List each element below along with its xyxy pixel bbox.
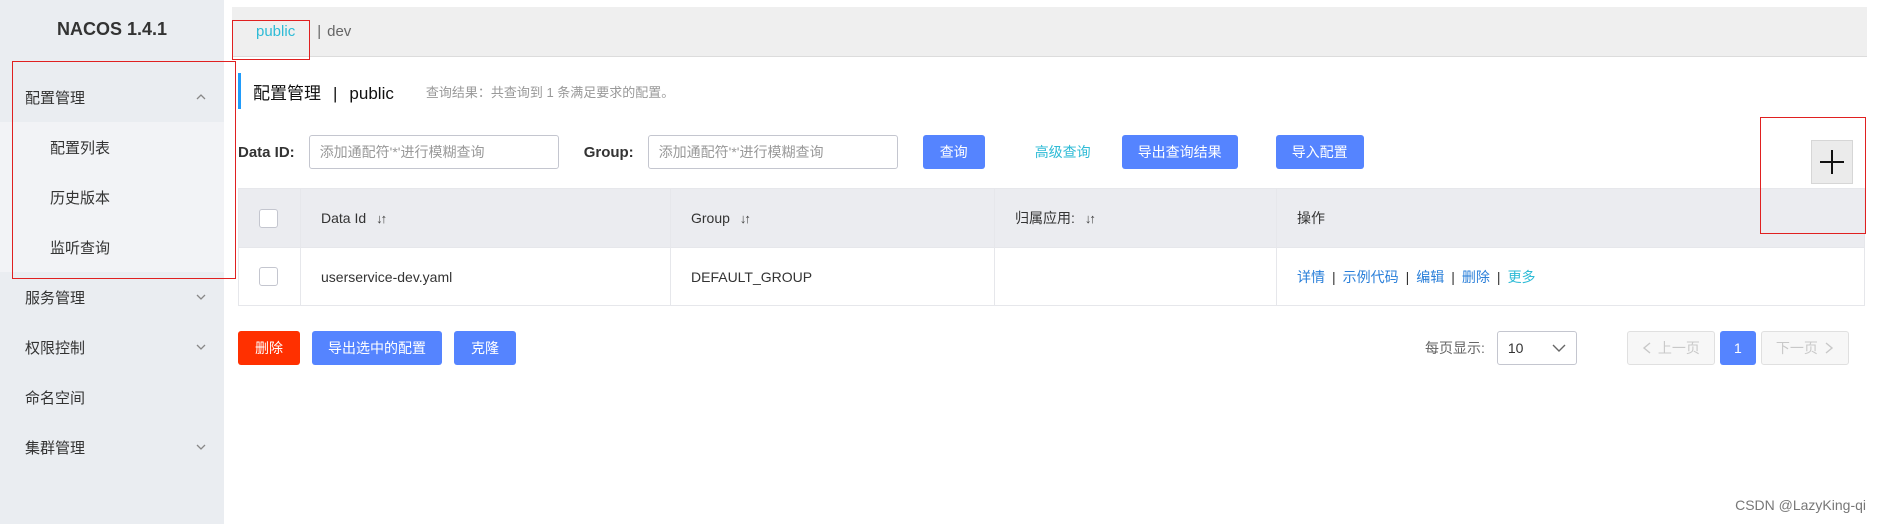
page-title: 配置管理 | public: [253, 79, 394, 104]
title-separator: |: [333, 83, 338, 103]
query-button[interactable]: 查询: [922, 135, 985, 169]
watermark: CSDN @LazyKing-qi: [1735, 497, 1866, 513]
cell-group: DEFAULT_GROUP: [671, 248, 995, 305]
sidebar-group-cluster-management[interactable]: 集群管理: [0, 422, 224, 472]
chevron-right-icon: [1825, 342, 1833, 354]
column-label: Group: [691, 210, 730, 226]
op-separator: |: [1405, 268, 1410, 285]
sidebar-group-label: 集群管理: [25, 439, 86, 457]
sidebar-group-label: 命名空间: [25, 389, 86, 407]
data-id-input[interactable]: 添加通配符'*'进行模糊查询: [308, 135, 559, 169]
chevron-down-icon: [196, 292, 206, 302]
chevron-down-icon: [196, 442, 206, 452]
sidebar-group-label: 权限控制: [25, 339, 86, 357]
column-operations: 操作: [1277, 189, 1864, 247]
header-select-cell: [239, 189, 301, 247]
page-namespace: public: [349, 83, 394, 103]
prev-page-label: 上一页: [1657, 340, 1700, 356]
sidebar: NACOS 1.4.1 配置管理 配置列表 历史版本 监听查询 服务管理 权限控…: [0, 0, 224, 524]
tab-separator: |: [317, 23, 322, 40]
sample-code-link[interactable]: 示例代码: [1343, 267, 1399, 287]
bulk-actions: 删除 导出选中的配置 克隆: [238, 331, 516, 365]
detail-link[interactable]: 详情: [1297, 267, 1325, 287]
more-link[interactable]: 更多: [1508, 267, 1536, 287]
cell-app: [995, 248, 1277, 305]
op-separator: |: [1496, 268, 1501, 285]
chevron-up-icon: [196, 92, 206, 102]
sidebar-item-label: 配置列表: [50, 139, 111, 157]
page-number-current[interactable]: 1: [1719, 331, 1756, 365]
import-config-button[interactable]: 导入配置: [1275, 135, 1364, 169]
sidebar-group-config-management[interactable]: 配置管理: [0, 72, 224, 122]
edit-link[interactable]: 编辑: [1416, 267, 1444, 287]
chevron-down-icon: [196, 342, 206, 352]
config-table: Data Id ↓↑ Group ↓↑ 归属应用: ↓↑ 操作 userservice…: [238, 188, 1865, 306]
chevron-left-icon: [1642, 342, 1651, 354]
filter-bar: Data ID: 添加通配符'*'进行模糊查询 Group: 添加通配符'*'进…: [238, 134, 1364, 170]
column-label: Data Id: [321, 210, 367, 226]
page-size-value: 10: [1507, 340, 1524, 356]
export-selected-button[interactable]: 导出选中的配置: [312, 331, 442, 365]
brand-logo: NACOS 1.4.1: [56, 18, 168, 39]
page-size-select[interactable]: 10: [1496, 331, 1577, 365]
per-page-label: 每页显示:: [1425, 340, 1485, 356]
tab-dev[interactable]: dev: [327, 23, 351, 40]
cell-data-id: userservice-dev.yaml: [301, 248, 671, 305]
table-row: userservice-dev.yaml DEFAULT_GROUP 详情 | …: [239, 247, 1864, 305]
column-group[interactable]: Group ↓↑: [671, 189, 995, 247]
column-data-id[interactable]: Data Id ↓↑: [301, 189, 671, 247]
page-header: 配置管理 | public 查询结果：共查询到 1 条满足要求的配置。: [238, 73, 674, 109]
next-page-button[interactable]: 下一页: [1760, 331, 1849, 365]
sidebar-item-listener-query[interactable]: 监听查询: [0, 222, 224, 272]
sort-icon[interactable]: ↓↑: [740, 211, 751, 226]
sidebar-item-config-list[interactable]: 配置列表: [0, 122, 224, 172]
next-page-label: 下一页: [1775, 340, 1818, 356]
group-label: Group:: [583, 143, 634, 161]
sidebar-group-label: 服务管理: [25, 289, 86, 307]
op-separator: |: [1332, 268, 1336, 285]
add-config-button[interactable]: [1811, 140, 1853, 184]
plus-icon: [1820, 150, 1844, 174]
column-app[interactable]: 归属应用: ↓↑: [995, 189, 1277, 247]
table-header: Data Id ↓↑ Group ↓↑ 归属应用: ↓↑ 操作: [239, 189, 1864, 247]
sort-icon[interactable]: ↓↑: [1085, 211, 1096, 226]
column-label: 操作: [1297, 210, 1325, 226]
export-results-button[interactable]: 导出查询结果: [1121, 135, 1238, 169]
data-id-label: Data ID:: [238, 143, 295, 161]
column-label: 归属应用:: [1015, 210, 1075, 226]
tab-public[interactable]: public: [256, 23, 295, 40]
select-all-checkbox[interactable]: [259, 208, 278, 228]
group-input[interactable]: 添加通配符'*'进行模糊查询: [647, 135, 898, 169]
prev-page-button[interactable]: 上一页: [1626, 331, 1715, 365]
advanced-query-link[interactable]: 高级查询: [1035, 142, 1091, 162]
query-result-text: 查询结果：共查询到 1 条满足要求的配置。: [425, 84, 675, 100]
sort-icon[interactable]: ↓↑: [376, 211, 387, 226]
chevron-down-icon: [1552, 344, 1566, 352]
delete-link[interactable]: 删除: [1462, 267, 1490, 287]
page-title-text: 配置管理: [253, 83, 321, 103]
row-checkbox[interactable]: [259, 267, 278, 286]
sidebar-group-service-management[interactable]: 服务管理: [0, 272, 224, 322]
namespace-tabs: public | dev: [232, 7, 1867, 57]
row-select-cell: [239, 248, 301, 305]
sidebar-group-access-control[interactable]: 权限控制: [0, 322, 224, 372]
sidebar-item-namespace[interactable]: 命名空间: [0, 372, 224, 422]
pagination: 每页显示: 10 上一页 1 下一页: [1425, 331, 1849, 365]
cell-operations: 详情 | 示例代码 | 编辑 | 删除 | 更多: [1277, 248, 1864, 305]
sidebar-item-history[interactable]: 历史版本: [0, 172, 224, 222]
sidebar-item-label: 监听查询: [50, 239, 111, 257]
op-separator: |: [1451, 268, 1455, 285]
sidebar-group-label: 配置管理: [25, 89, 86, 107]
clone-button[interactable]: 克隆: [454, 331, 516, 365]
sidebar-item-label: 历史版本: [50, 189, 111, 207]
delete-button[interactable]: 删除: [238, 331, 300, 365]
